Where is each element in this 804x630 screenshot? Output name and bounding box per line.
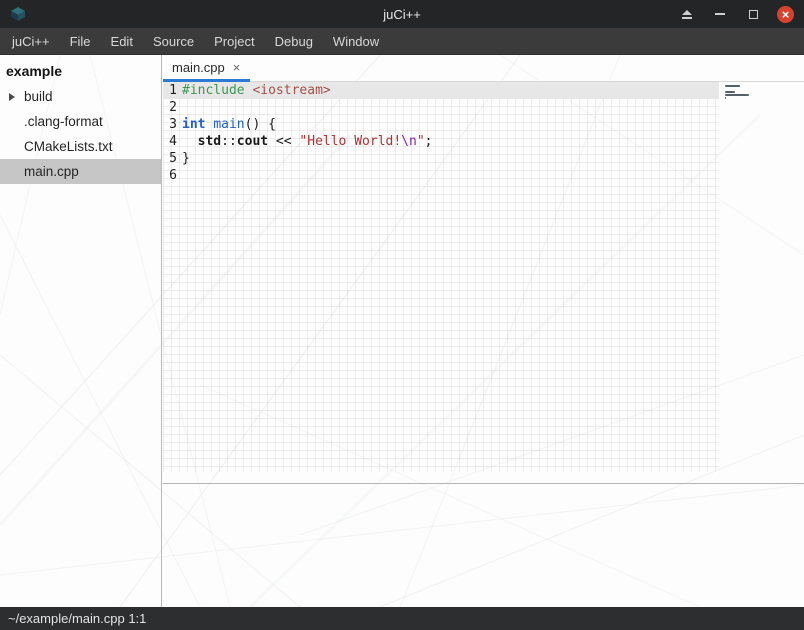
code-line-5[interactable]: 5} <box>163 150 719 167</box>
file-tree: build .clang-format CMakeLists.txt main.cpp <box>0 84 161 184</box>
expand-arrow-icon[interactable] <box>9 93 15 101</box>
line-number: 3 <box>165 116 177 133</box>
tree-item-build[interactable]: build <box>0 84 161 109</box>
statusbar: ~/example/main.cpp 1:1 <box>0 607 804 630</box>
minimize-bar <box>715 13 725 15</box>
overview-line-mark <box>725 85 740 87</box>
eject-icon[interactable] <box>678 5 696 23</box>
overview-line-mark <box>725 94 749 96</box>
tree-item-label: .clang-format <box>24 114 103 129</box>
line-number: 4 <box>165 133 177 150</box>
tree-item-label: build <box>24 89 53 104</box>
line-number: 1 <box>165 82 177 99</box>
window-controls: × <box>678 5 804 23</box>
close-icon[interactable]: × <box>777 6 794 23</box>
tree-item-main-cpp[interactable]: main.cpp <box>0 159 161 184</box>
code-line-2[interactable]: 2 <box>163 99 719 116</box>
overview-line-mark <box>725 97 726 99</box>
app-window: juCi++ × juCi++FileEditSourceProjectDebu… <box>0 0 804 630</box>
tab-main-cpp[interactable]: main.cpp × <box>163 55 250 82</box>
status-path-position: ~/example/main.cpp 1:1 <box>8 611 146 626</box>
titlebar: juCi++ × <box>0 0 804 28</box>
main-area: main.cpp × 1 #include <iostream> 23 int main… <box>163 55 804 607</box>
code-text: int main() { <box>182 116 276 133</box>
editor: 1#include <iostream>23int main() {4 std:… <box>163 82 804 483</box>
tree-item-cmakelists-txt[interactable]: CMakeLists.txt <box>0 134 161 159</box>
terminal-panel[interactable] <box>163 484 804 607</box>
menu-item-juci[interactable]: juCi++ <box>2 28 60 54</box>
overview-map[interactable] <box>725 85 751 103</box>
tree-item-label: CMakeLists.txt <box>24 139 113 154</box>
code-text: } <box>182 150 190 167</box>
eject-triangle <box>682 10 692 15</box>
code-text: #include <iostream> <box>182 82 331 99</box>
restore-square <box>749 10 758 19</box>
tree-item-label: main.cpp <box>24 164 79 179</box>
code-area[interactable]: 1#include <iostream>23int main() {4 std:… <box>163 82 719 472</box>
code-line-1[interactable]: 1 #include <iostream> <box>163 82 719 99</box>
menu-item-window[interactable]: Window <box>323 28 389 54</box>
tabbar: main.cpp × <box>163 55 804 82</box>
restore-icon[interactable] <box>744 5 762 23</box>
tab-label: main.cpp <box>172 60 225 75</box>
file-tree-panel: example build .clang-format CMakeLists.txt… <box>0 55 162 607</box>
menu-item-debug[interactable]: Debug <box>265 28 323 54</box>
code-line-6[interactable]: 6 <box>163 167 719 184</box>
menu-item-edit[interactable]: Edit <box>101 28 143 54</box>
eject-bar <box>682 17 692 19</box>
code-text: std::cout << "Hello World!\n"; <box>182 133 432 150</box>
tree-item-clang-format[interactable]: .clang-format <box>0 109 161 134</box>
minimize-icon[interactable] <box>711 5 729 23</box>
line-number: 6 <box>165 167 177 184</box>
menubar: juCi++FileEditSourceProjectDebugWindow <box>0 28 804 55</box>
line-number: 2 <box>165 99 177 116</box>
menu-item-file[interactable]: File <box>60 28 101 54</box>
overview-line-mark <box>725 91 735 93</box>
line-number: 5 <box>165 150 177 167</box>
project-root-label[interactable]: example <box>0 55 161 84</box>
code-line-3[interactable]: 3 int main() { <box>163 116 719 133</box>
menu-item-source[interactable]: Source <box>143 28 204 54</box>
code-line-4[interactable]: 4 std::cout << "Hello World!\n"; <box>163 133 719 150</box>
app-logo-icon <box>9 6 27 22</box>
menu-item-project[interactable]: Project <box>204 28 264 54</box>
tab-close-icon[interactable]: × <box>233 61 241 74</box>
